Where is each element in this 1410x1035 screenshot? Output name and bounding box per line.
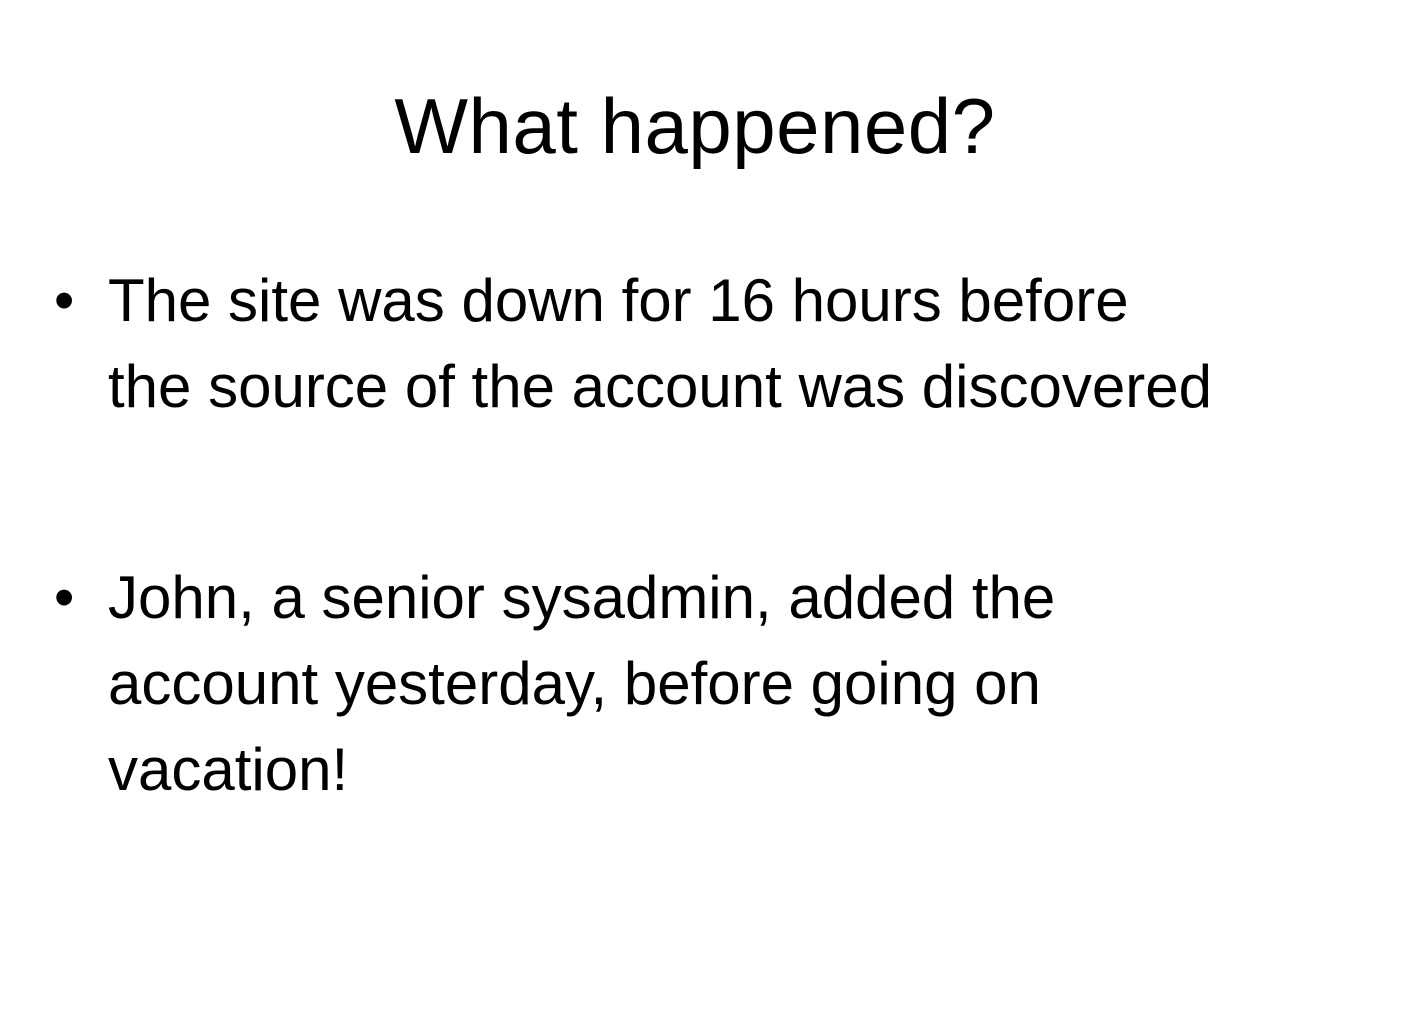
slide-title: What happened? xyxy=(394,82,996,170)
bullet-line: The site was down for 16 hours before xyxy=(108,267,1129,334)
bullet-line: John, a senior sysadmin, added the xyxy=(108,564,1056,631)
slide: What happened? • The site was down for 1… xyxy=(0,0,1410,1035)
bullet-line: account yesterday, before going on xyxy=(108,650,1041,717)
bullet-line: vacation! xyxy=(108,736,349,803)
bullet-line: the source of the account was discovered xyxy=(108,353,1212,420)
bullet-icon: • xyxy=(54,268,75,333)
bullet-text: John, a senior sysadmin, added the accou… xyxy=(108,555,1378,813)
bullet-text: The site was down for 16 hours before th… xyxy=(108,258,1378,430)
bullet-icon: • xyxy=(54,565,75,630)
